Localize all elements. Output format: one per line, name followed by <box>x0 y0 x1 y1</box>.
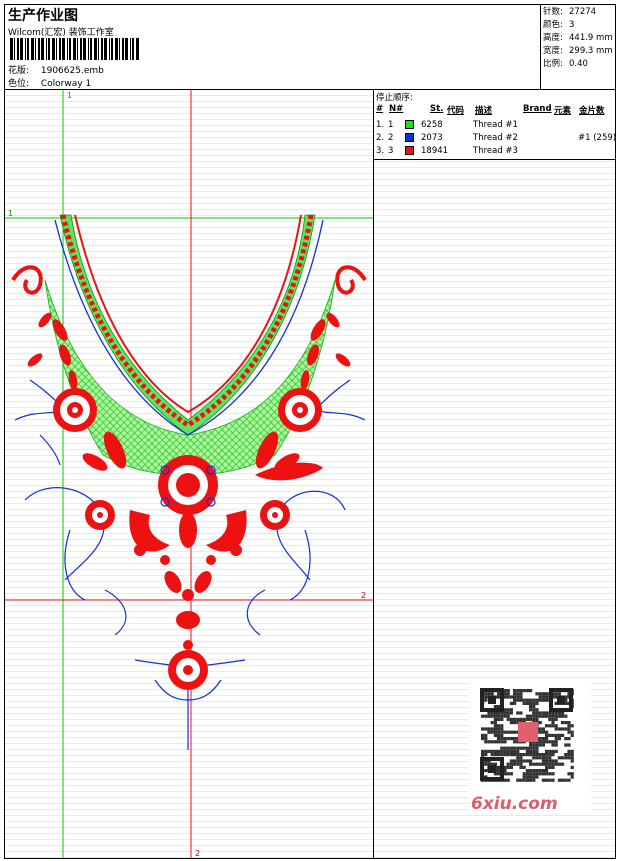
col-element: 元素 <box>554 106 572 116</box>
guide-h2-label: 2 <box>361 591 366 600</box>
stat-width: 宽度: 299.3 mm <box>543 46 613 56</box>
col-index: # <box>376 104 384 114</box>
lower-scroll-motif <box>129 510 247 650</box>
col-sequins: 金片数 <box>579 106 605 116</box>
stop-row: 2. 2 2073 Thread #2 #1 (259) <box>376 133 617 143</box>
left-ornament <box>11 265 127 471</box>
stat-stitches: 针数: 27274 <box>543 7 597 17</box>
design-canvas: 1 1 2 2 <box>5 90 374 858</box>
page-title: 生产作业图 <box>8 8 78 24</box>
company-name: Wilcom(汇宏) 装饰工作室 <box>8 28 114 38</box>
stop-row: 1. 1 6258 Thread #1 <box>376 120 518 130</box>
design-file-row: 花版: 1906625.emb <box>8 63 104 76</box>
design-stats: 针数: 27274 颜色: 3 高度: 441.9 mm 宽度: 299.3 mm 比例… <box>540 5 615 89</box>
stop-row: 3. 3 18941 Thread #3 <box>376 146 518 156</box>
col-needle: N# <box>389 104 404 114</box>
left-flower <box>53 388 97 432</box>
right-flower <box>278 388 322 432</box>
col-brand: Brand <box>523 104 552 114</box>
production-worksheet: 生产作业图 Wilcom(汇宏) 装饰工作室 花版: 1906625.emb 色… <box>4 4 616 859</box>
guide-v1-label: 1 <box>67 91 72 100</box>
bottom-flower <box>168 650 208 690</box>
colorway-label: 色位: <box>8 79 30 89</box>
colorway-row: 色位: Colorway 1 <box>8 76 91 89</box>
col-description: 描述 <box>475 106 493 116</box>
thread-swatch-red <box>405 146 414 155</box>
colorway-value: Colorway 1 <box>40 79 92 89</box>
barcode <box>10 38 139 60</box>
stop-sequence-title: 停止顺序: <box>376 93 413 103</box>
qr-logo-badge <box>518 722 538 742</box>
design-file-value: 1906625.emb <box>40 66 104 76</box>
stat-height: 高度: 441.9 mm <box>543 33 613 43</box>
embroidery-preview: 1 1 2 2 <box>5 90 373 858</box>
small-flower-right <box>260 500 290 530</box>
thread-swatch-green <box>405 120 414 129</box>
stop-sequence-panel: 停止顺序: # N# St. 代码 描述 Brand 元素 金片数 1. 1 6… <box>374 90 617 858</box>
center-flower <box>158 455 218 515</box>
header-info: 生产作业图 Wilcom(汇宏) 装饰工作室 花版: 1906625.emb 色… <box>5 5 540 89</box>
guide-v2-label: 2 <box>195 849 200 858</box>
stat-colors: 颜色: 3 <box>543 20 575 30</box>
thread-swatch-blue <box>405 133 414 142</box>
col-code: 代码 <box>447 106 465 116</box>
qr-code <box>469 682 591 812</box>
col-stitches: St. <box>430 104 444 114</box>
stop-sequence-table: 停止顺序: # N# St. 代码 描述 Brand 元素 金片数 1. 1 6… <box>374 90 617 160</box>
watermark-brand: 6xiu.com <box>471 794 558 814</box>
guide-h1-label: 1 <box>8 209 13 218</box>
neckline-inner-border <box>74 214 302 414</box>
stat-scale: 比例: 0.40 <box>543 59 588 69</box>
small-flower-left <box>85 500 115 530</box>
right-ornament <box>255 265 367 481</box>
mesh-yoke <box>44 279 336 476</box>
qr-code-image <box>479 687 574 782</box>
design-file-label: 花版: <box>8 66 30 76</box>
